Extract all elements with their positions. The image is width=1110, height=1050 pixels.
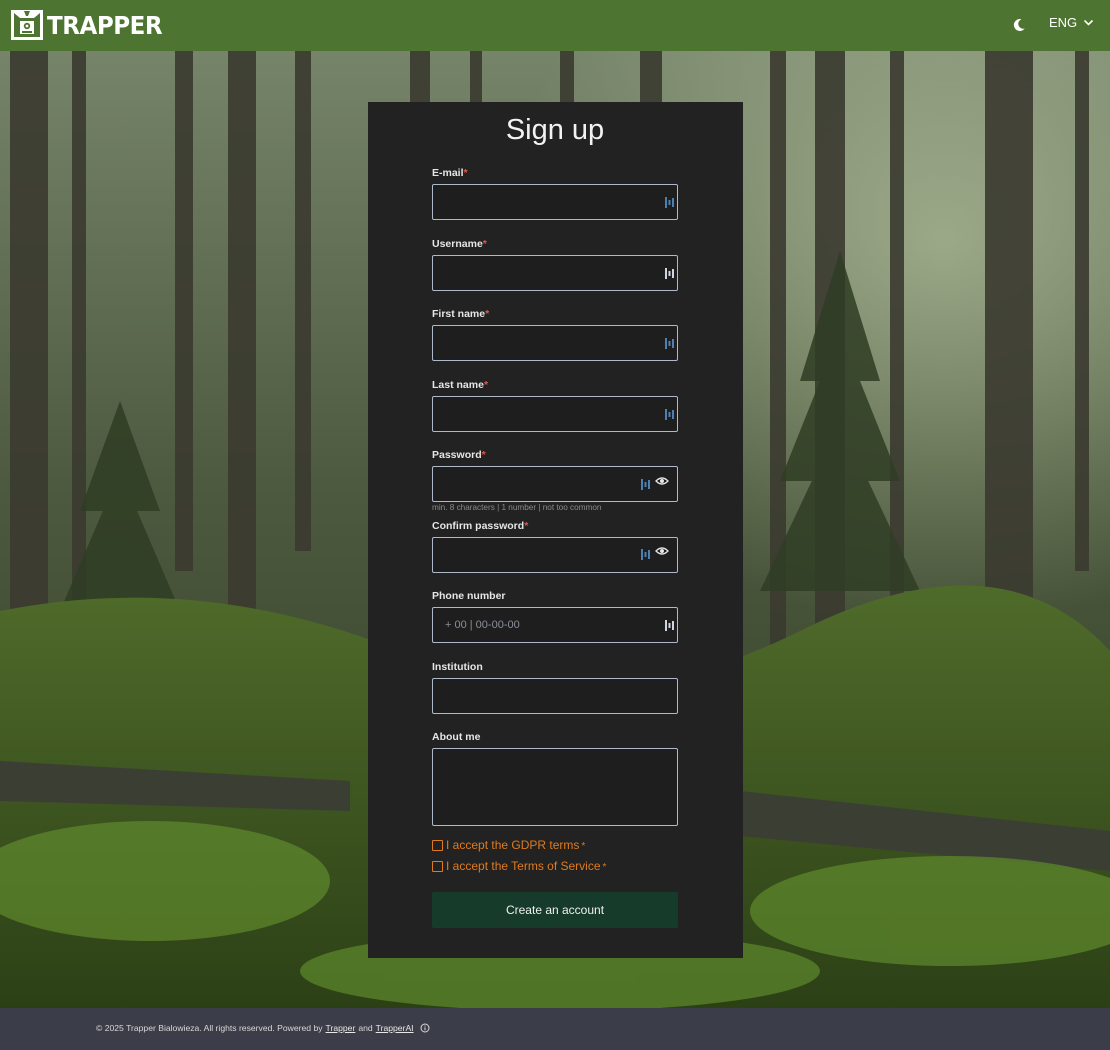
trapper-logo-icon <box>11 10 43 40</box>
username-input[interactable] <box>432 255 678 291</box>
brand-link[interactable]: TRAPPER <box>11 10 172 40</box>
email-input[interactable] <box>432 184 678 220</box>
password-hint: min. 8 characters | 1 number | not too c… <box>432 503 602 512</box>
language-label: ENG <box>1049 15 1078 30</box>
last-name-label: Last name* <box>432 379 489 391</box>
page-footer: © 2025 Trapper Bialowieza. All rights re… <box>0 1008 1110 1050</box>
password-manager-icon[interactable] <box>641 479 650 490</box>
show-password-eye-icon[interactable] <box>655 546 669 556</box>
info-icon[interactable] <box>420 1023 430 1033</box>
language-select[interactable]: ENG <box>1049 15 1094 30</box>
moon-icon[interactable] <box>1010 16 1028 34</box>
trapper-link[interactable]: Trapper <box>326 1023 356 1033</box>
footer-copyright: © 2025 Trapper Bialowieza. All rights re… <box>96 1023 430 1033</box>
confirm-password-label: Confirm password* <box>432 520 529 532</box>
trapperai-link[interactable]: TrapperAI <box>376 1023 414 1033</box>
tos-checkbox[interactable] <box>432 860 443 872</box>
show-password-eye-icon[interactable] <box>655 476 669 486</box>
phone-label: Phone number <box>432 590 506 602</box>
first-name-input[interactable] <box>432 325 678 361</box>
password-manager-icon[interactable] <box>665 409 674 420</box>
institution-input[interactable] <box>432 678 678 714</box>
username-label: Username* <box>432 238 487 250</box>
tos-consent-row: I accept the Terms of Service * <box>432 859 606 873</box>
signup-card <box>368 102 743 958</box>
institution-label: Institution <box>432 661 483 673</box>
create-account-button[interactable]: Create an account <box>432 892 678 928</box>
gdpr-checkbox[interactable] <box>432 839 443 851</box>
page-title: Sign up <box>505 114 605 146</box>
about-me-textarea[interactable] <box>432 748 678 826</box>
about-me-label: About me <box>432 731 481 743</box>
gdpr-consent-row: I accept the GDPR terms * <box>432 838 585 852</box>
footer-conjunction: and <box>358 1023 373 1033</box>
password-manager-icon[interactable] <box>665 338 674 349</box>
chevron-down-icon <box>1084 19 1094 26</box>
phone-input[interactable] <box>432 607 678 643</box>
password-label: Password* <box>432 449 486 461</box>
brand-name: TRAPPER <box>47 10 163 40</box>
password-manager-icon[interactable] <box>665 620 674 631</box>
gdpr-label[interactable]: I accept the GDPR terms * <box>446 838 585 852</box>
password-manager-icon[interactable] <box>665 197 674 208</box>
copyright-text: © 2025 Trapper Bialowieza. All rights re… <box>96 1023 323 1033</box>
last-name-input[interactable] <box>432 396 678 432</box>
email-label: E-mail* <box>432 167 468 179</box>
first-name-label: First name* <box>432 308 490 320</box>
tos-label[interactable]: I accept the Terms of Service * <box>446 859 606 873</box>
password-manager-icon[interactable] <box>641 549 650 560</box>
top-navbar: TRAPPER ENG <box>0 0 1110 51</box>
password-manager-icon[interactable] <box>665 268 674 279</box>
